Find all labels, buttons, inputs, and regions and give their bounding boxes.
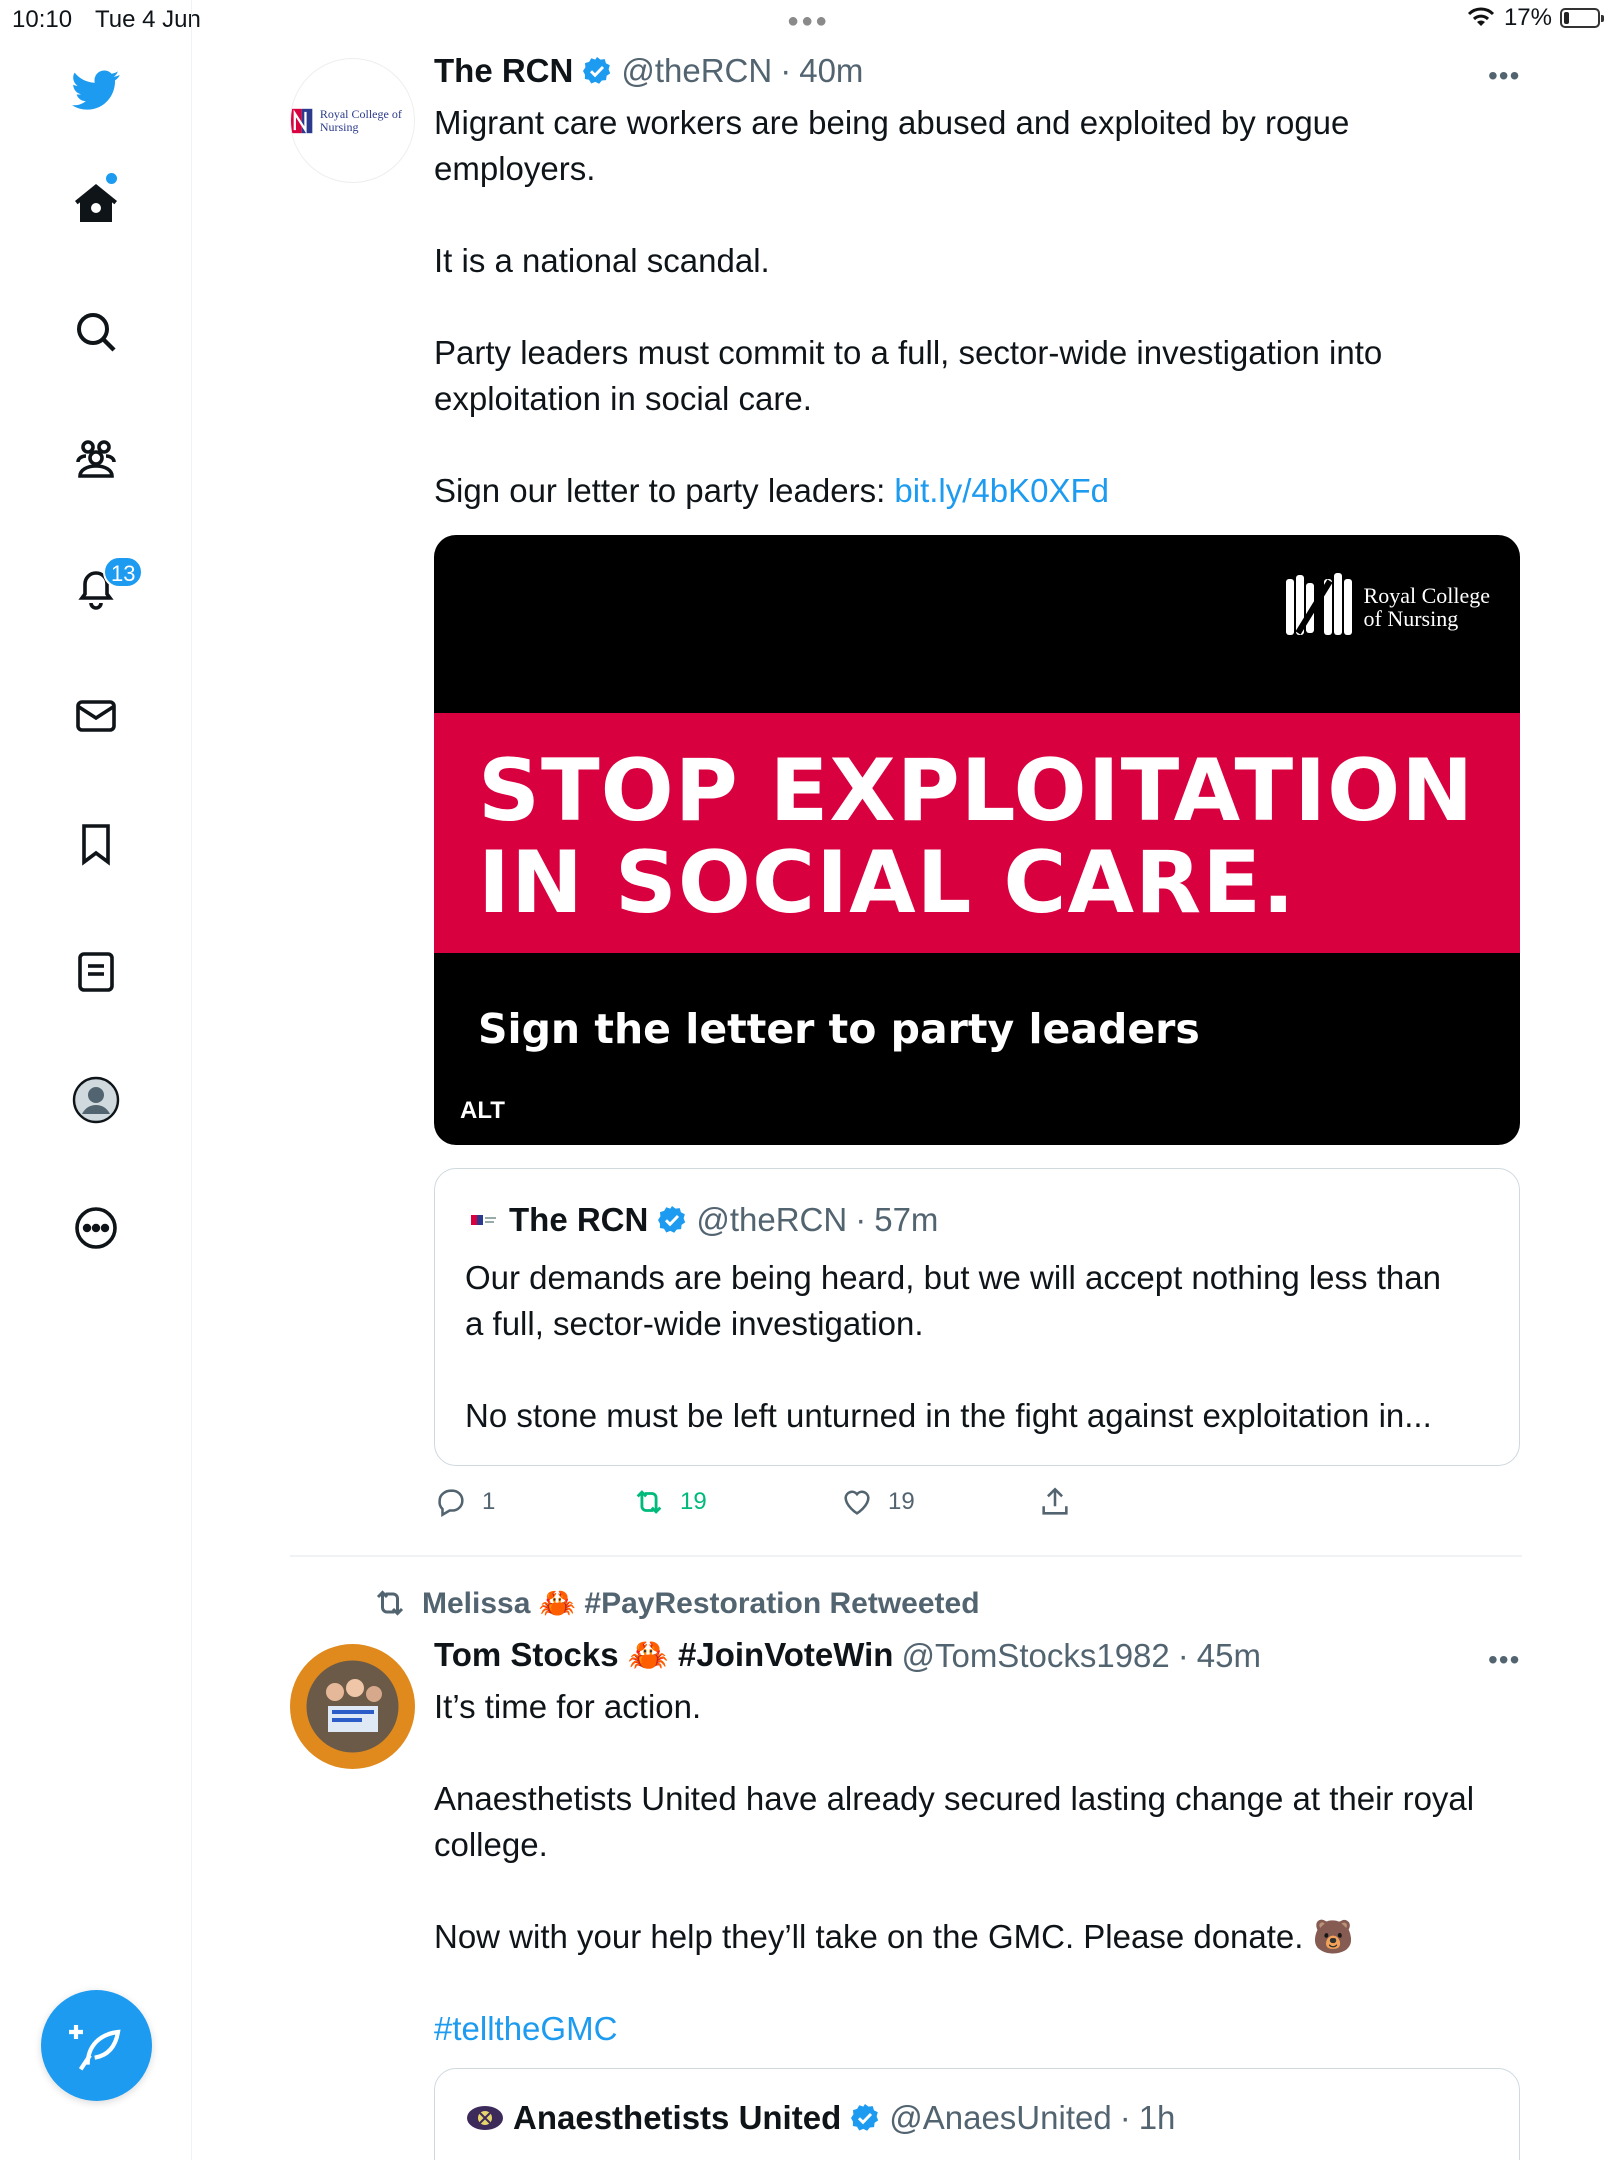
compose-button[interactable] [41,1990,152,2101]
rcn-logo-icon [291,108,313,134]
retweet-button[interactable]: 19 [632,1485,707,1519]
avatar[interactable]: Royal College of Nursing [290,58,415,183]
headline-line-2: IN SOCIAL CARE. [478,833,1296,933]
separator-dot: · [1119,2099,1131,2136]
more-options-icon[interactable]: ••• [1488,1644,1520,1676]
tweet-text: It’s time for action. Anaesthetists Unit… [434,1684,1524,2052]
rcn-image-logo: Royal College of Nursing [1284,569,1490,645]
quote-author-name: The RCN [509,1201,649,1238]
verified-badge-icon [658,1206,686,1233]
author-handle[interactable]: @TomStocks1982 [901,1637,1169,1675]
retweeted-by-line[interactable]: Melissa 🦀 #PayRestoration Retweeted [372,1585,980,1621]
more-options-icon[interactable]: ••• [1488,60,1520,92]
quote-header: Anaesthetists United @AnaesUnited · 1h [465,2099,1175,2137]
battery-fill [1564,12,1569,24]
tweet-actions: 1 19 19 [434,1485,1134,1525]
author-handle[interactable]: @theRCN [621,52,772,90]
tweet-text-content: Migrant care workers are being abused an… [434,104,1383,509]
compose-icon [68,2024,121,2070]
verified-badge-icon [851,2104,879,2131]
separator-dot: · [855,1201,867,1238]
quote-header: The RCN @theRCN · 57m [465,1201,938,1239]
quote-text: Our demands are being heard, but we will… [465,1259,1441,1434]
rcn-hands-logo-icon [1285,573,1352,635]
home-unread-dot [106,173,117,184]
reply-button[interactable]: 1 [434,1485,495,1519]
sidebar: 13 [0,0,192,2160]
retweeted-by-text: Melissa 🦀 #PayRestoration Retweeted [422,1586,980,1620]
separator-dot: · [1177,1636,1189,1674]
quote-time: 1h [1138,2099,1176,2136]
tweet-image[interactable]: Royal College of Nursing STOP EXPLOITATIO… [434,535,1520,1145]
notification-count-badge: 13 [103,556,144,588]
quote-author-handle: @theRCN [696,1201,848,1238]
author-name[interactable]: The RCN [434,52,573,90]
multitasking-dots-icon[interactable]: ●●● [787,10,829,33]
logo-line-1: Royal College [1363,583,1490,608]
lists-icon[interactable] [62,938,130,1006]
wifi-icon [1467,7,1495,26]
avatar-photo [290,1644,415,1769]
communities-icon[interactable] [62,426,130,494]
reply-count: 1 [482,1488,496,1515]
separator-dot: · [780,52,792,89]
home-icon[interactable] [62,170,130,238]
tweet-divider [290,1555,1522,1557]
battery-percent: 17% [1503,4,1552,31]
status-bar: 10:10 Tue 4 Jun ●●● 17% [0,0,1620,40]
tweet-header: Tom Stocks 🦀 #JoinVoteWin @TomStocks1982… [434,1636,1261,1675]
logo-line-2: of Nursing [1363,606,1459,631]
retweet-icon [636,1490,662,1514]
tweet-time[interactable]: 45m [1197,1637,1261,1675]
more-icon[interactable] [62,1194,130,1262]
hashtag-link[interactable]: #telltheGMC [434,2010,617,2047]
like-count: 19 [888,1488,915,1515]
author-name[interactable]: Tom Stocks 🦀 #JoinVoteWin [434,1636,893,1675]
quote-avatar-icon [466,1203,500,1237]
retweet-indicator-icon [376,1590,404,1616]
messages-icon[interactable] [62,682,130,750]
bookmarks-icon[interactable] [62,810,130,878]
profile-icon[interactable] [62,1066,130,1134]
tweet-link[interactable]: bit.ly/4bK0XFd [894,472,1109,509]
battery-icon [1560,8,1604,28]
heart-icon [844,1490,870,1515]
quote-author-handle: @AnaesUnited [889,2099,1112,2136]
image-subline: Sign the letter to party leaders [478,1005,1200,1053]
quote-time: 57m [874,1201,939,1238]
tweet-header: The RCN @theRCN · 40m [434,52,863,90]
headline-line-1: STOP EXPLOITATION [478,741,1475,841]
quoted-tweet[interactable]: Anaesthetists United @AnaesUnited · 1h [434,2068,1520,2160]
status-right: 17% [1466,4,1604,32]
reply-icon [438,1489,464,1518]
tweet-time[interactable]: 40m [799,52,863,90]
verified-badge-icon [583,57,611,84]
avatar-text: Royal College of Nursing [319,106,402,134]
share-button[interactable] [1038,1485,1072,1519]
avatar[interactable] [290,1644,415,1769]
quoted-tweet[interactable]: The RCN @theRCN · 57m Our demands are be… [434,1168,1520,1466]
alt-badge[interactable]: ALT [460,1097,505,1125]
share-icon [1042,1487,1068,1515]
anaesthetists-united-logo-icon [467,2106,503,2130]
retweet-count: 19 [680,1488,707,1515]
image-headline: STOP EXPLOITATION IN SOCIAL CARE. [478,745,1474,929]
twitter-logo-icon[interactable] [62,56,130,124]
tweet-text: Migrant care workers are being abused an… [434,100,1524,514]
quote-author-name: Anaesthetists United [513,2099,842,2136]
like-button[interactable]: 19 [840,1485,915,1519]
search-icon[interactable] [62,298,130,366]
tweet-text-content: It’s time for action. Anaesthetists Unit… [434,1688,1475,1955]
